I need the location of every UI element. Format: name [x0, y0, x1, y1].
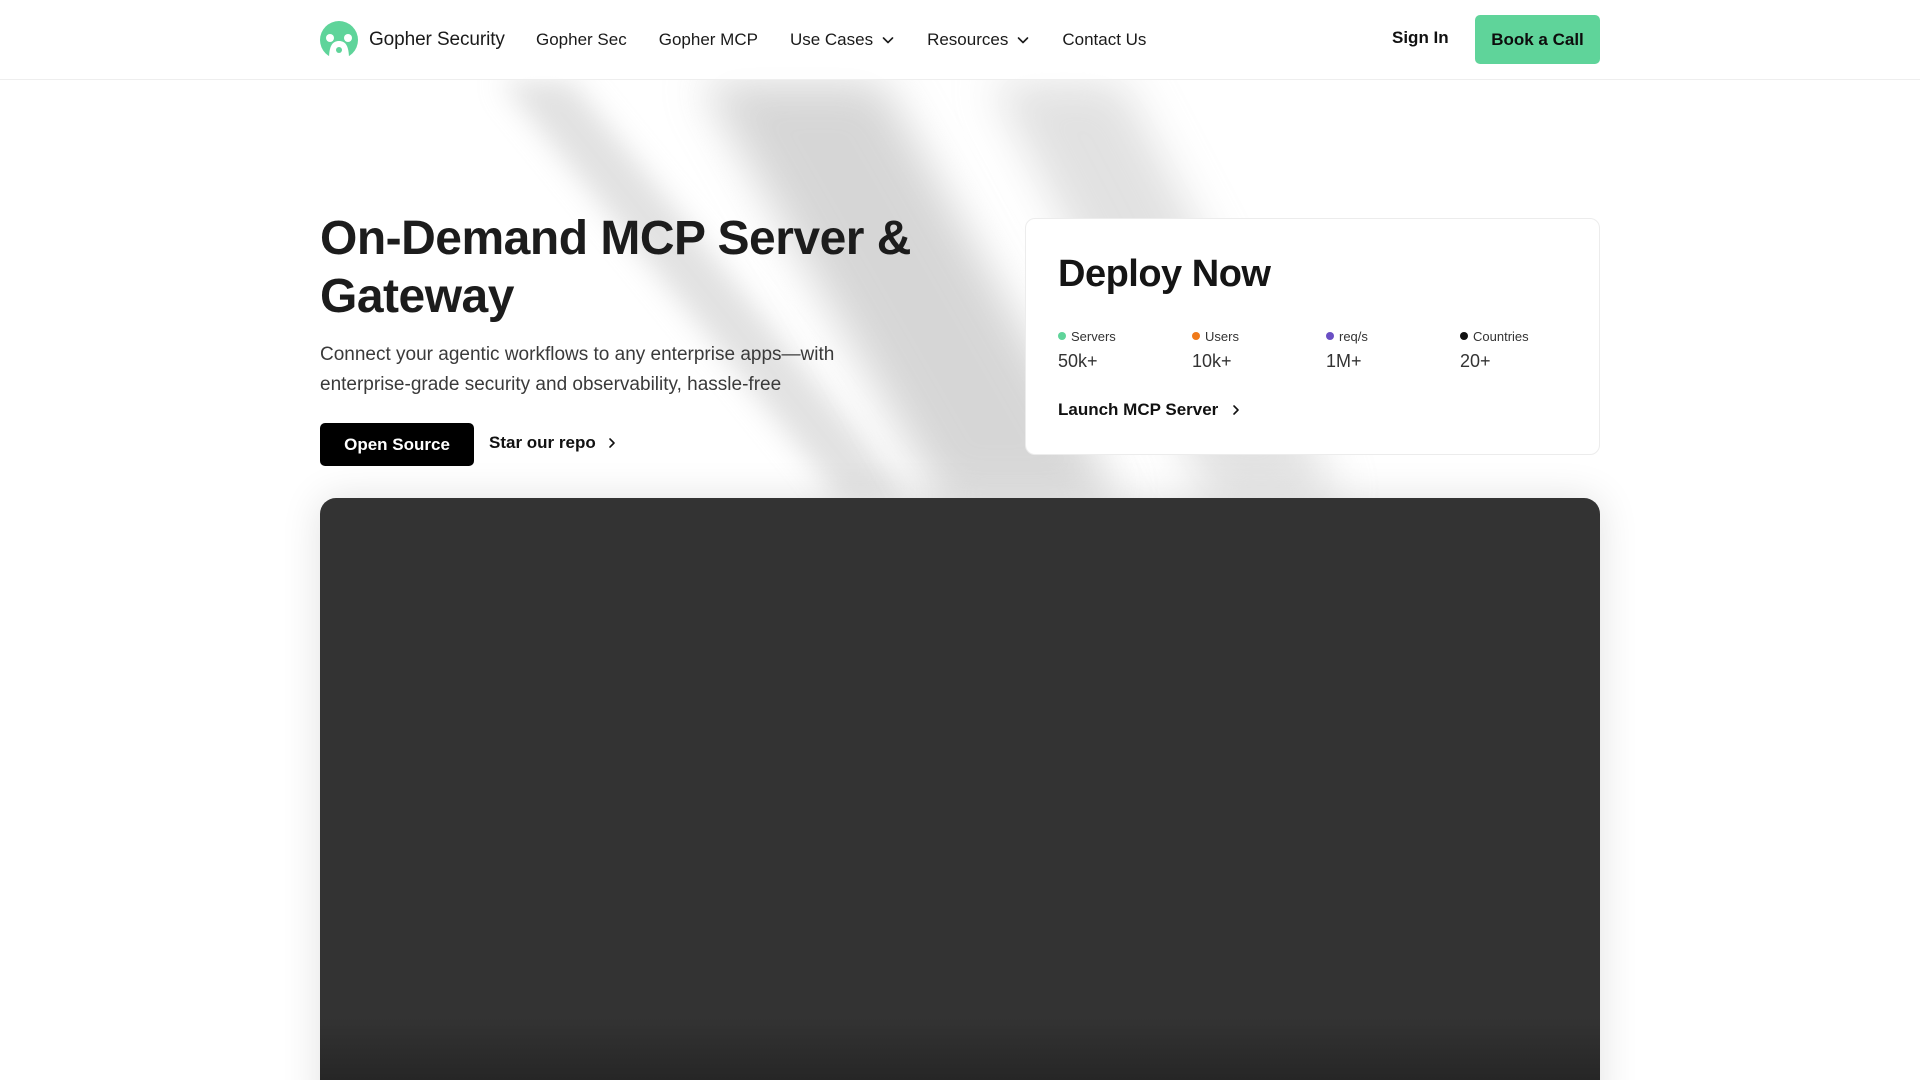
nav-contact-us[interactable]: Contact Us — [1062, 30, 1146, 50]
star-repo-label: Star our repo — [489, 433, 596, 452]
users-dot-icon — [1192, 332, 1200, 340]
gopher-logo-icon — [320, 21, 358, 59]
nav-label: Contact Us — [1062, 30, 1147, 49]
nav-resources[interactable]: Resources — [927, 30, 1030, 50]
stat-label: req/s — [1339, 328, 1368, 344]
hero-subtitle: Connect your agentic workflows to any en… — [320, 344, 835, 395]
launch-mcp-server-link[interactable]: Launch MCP Server — [1058, 400, 1242, 420]
main-nav: Gopher Sec Gopher MCP Use Cases Resource… — [536, 0, 1178, 80]
hero-title: On-Demand MCP Server & Gateway — [320, 212, 911, 323]
open-source-button[interactable]: Open Source — [320, 423, 474, 466]
deploy-card-title: Deploy Now — [1058, 253, 1271, 295]
stat-users: Users 10k+ — [1192, 327, 1239, 372]
nav-label: Gopher Sec — [536, 30, 627, 49]
chevron-right-icon — [608, 438, 615, 448]
servers-dot-icon — [1058, 332, 1066, 340]
chevron-right-icon — [1233, 405, 1240, 415]
stat-label: Servers — [1071, 328, 1116, 344]
launch-label: Launch MCP Server — [1058, 400, 1219, 419]
stat-label: Countries — [1473, 328, 1529, 344]
nav-gopher-sec[interactable]: Gopher Sec — [536, 30, 627, 50]
brand-logo[interactable]: Gopher Security — [320, 20, 505, 60]
nav-label: Resources — [927, 30, 1009, 49]
stat-countries: Countries 20+ — [1460, 327, 1529, 372]
stat-value: 10k+ — [1192, 351, 1232, 371]
panel-bottom-fade — [320, 1018, 1600, 1080]
nav-gopher-mcp[interactable]: Gopher MCP — [659, 30, 758, 50]
chevron-down-icon — [882, 37, 894, 44]
nav-use-cases[interactable]: Use Cases — [790, 30, 895, 50]
stats-row: Servers 50k+ Users 10k+ req/s 1M+ Countr… — [1058, 327, 1588, 377]
sign-in-link[interactable]: Sign In — [1392, 28, 1449, 48]
stat-req-per-sec: req/s 1M+ — [1326, 327, 1368, 372]
chevron-down-icon — [1018, 37, 1029, 44]
star-repo-link[interactable]: Star our repo — [489, 433, 618, 453]
stat-value: 1M+ — [1326, 351, 1362, 371]
stat-value: 50k+ — [1058, 351, 1098, 371]
book-a-call-button[interactable]: Book a Call — [1475, 15, 1600, 64]
nav-label: Use Cases — [789, 30, 874, 49]
nav-label: Gopher MCP — [658, 30, 758, 49]
stat-label: Users — [1205, 328, 1239, 344]
stat-value: 20+ — [1460, 351, 1491, 371]
req-dot-icon — [1326, 332, 1334, 340]
brand-name: Gopher Security — [369, 29, 505, 50]
deploy-card: Deploy Now Servers 50k+ Users 10k+ req/s… — [1025, 218, 1600, 455]
countries-dot-icon — [1460, 332, 1468, 340]
product-preview-panel — [320, 498, 1600, 1080]
site-header: Gopher Security Gopher Sec Gopher MCP Us… — [0, 0, 1920, 80]
stat-servers: Servers 50k+ — [1058, 327, 1116, 372]
page: Gopher Security Gopher Sec Gopher MCP Us… — [0, 0, 1920, 1080]
